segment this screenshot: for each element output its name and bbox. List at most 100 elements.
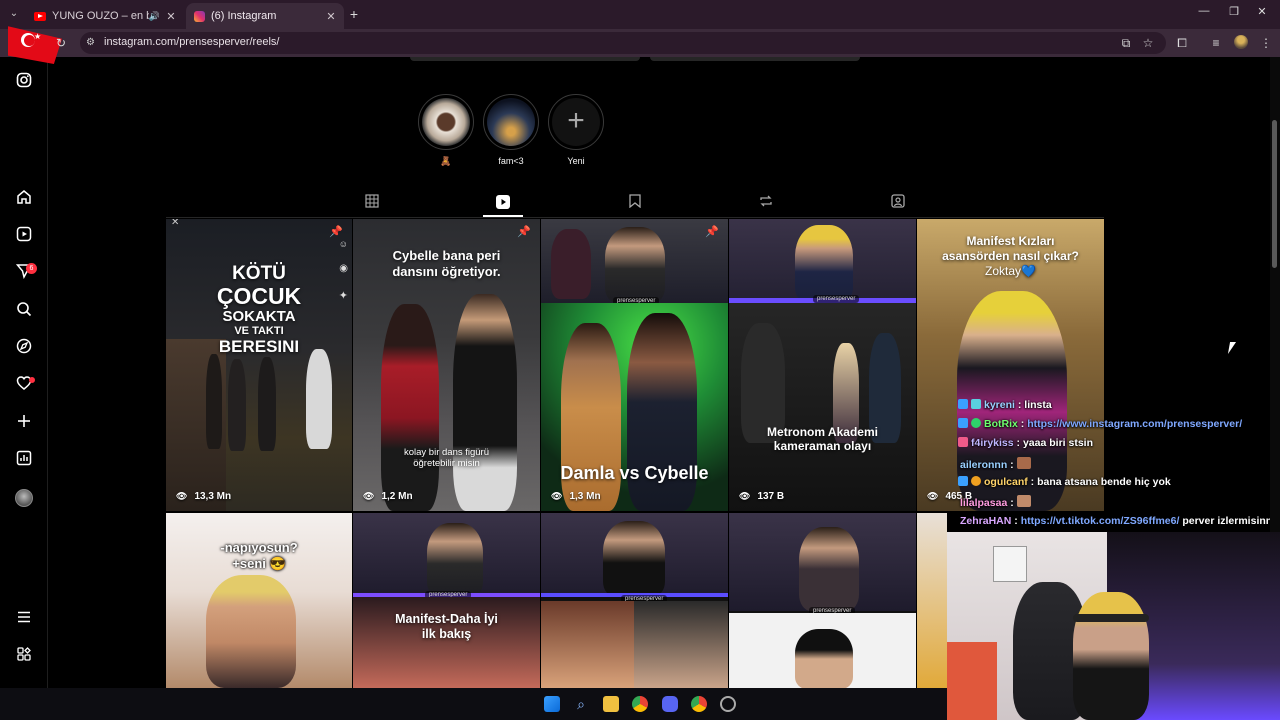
shelf (947, 642, 997, 720)
reels-icon[interactable] (14, 226, 34, 246)
plus-icon: + (552, 98, 600, 146)
speaker-icon[interactable]: 🔊 (149, 11, 160, 22)
reel-overlay-text: Manifest-Daha İyi ilk bakış (395, 612, 498, 641)
restore-icon[interactable]: ❐ (1224, 5, 1244, 21)
tab-instagram[interactable]: (6) Instagram ✕ (186, 3, 344, 29)
streamer-cam (729, 219, 916, 303)
person-silhouette (427, 523, 483, 597)
tab-title: (6) Instagram (211, 10, 277, 22)
profile-avatar[interactable] (15, 489, 33, 507)
chat-message: ogulcanf : bana atsana bende hiç yok (958, 476, 1171, 488)
site-info-icon[interactable]: ⚙ (86, 37, 95, 48)
reel-tile[interactable]: KÖTÜ ÇOCUK SOKAKTA VE TAKTI BERESINI ✕ 📌… (166, 219, 352, 511)
pin-icon: 📌 (329, 226, 343, 238)
person-silhouette (795, 629, 853, 688)
chat-message: lilalpasaa : (960, 495, 1034, 509)
reel-tile[interactable]: prensesperver (729, 513, 916, 688)
streamer-cam (541, 219, 728, 303)
obs-icon[interactable] (720, 696, 736, 712)
reel-tile[interactable] (917, 513, 947, 688)
close-icon[interactable]: ✕ (171, 219, 179, 228)
profile-button-edge[interactable] (410, 57, 640, 61)
tabs-divider (166, 217, 1104, 218)
reel-overlay-text: Damla vs Cybelle (560, 463, 709, 483)
reel-overlay-text: KÖTÜ ÇOCUK SOKAKTA VE TAKTI BERESINI (216, 263, 302, 356)
also-from-meta-icon[interactable] (14, 646, 34, 666)
minimize-icon[interactable]: — (1194, 5, 1214, 21)
create-plus-icon[interactable] (14, 413, 34, 433)
extensions-icon[interactable]: ⧠ (1174, 35, 1190, 51)
badge-icon (958, 418, 968, 428)
instagram-logo-icon[interactable] (14, 72, 34, 92)
tab-tagged-icon[interactable] (890, 194, 906, 212)
person-silhouette (206, 575, 296, 688)
pin-icon: 📌 (705, 226, 719, 238)
chrome-icon[interactable] (632, 696, 648, 712)
reel-tile[interactable]: prensesperver (541, 513, 728, 688)
eye-icon: 👁 (363, 491, 375, 501)
reel-tile[interactable]: -napıyosun? +seni 😎 (166, 513, 352, 688)
reel-scene (729, 613, 916, 688)
tab-saved-icon[interactable] (627, 194, 643, 212)
highlight-new[interactable]: + Yeni (547, 94, 605, 166)
close-window-icon[interactable]: ✕ (1252, 5, 1272, 21)
reel-tile[interactable]: prensesperver Metronom Akademi kameraman… (729, 219, 916, 511)
reel-overlay-text: -napıyosun? +seni 😎 (220, 540, 298, 571)
badge-icon (958, 399, 968, 409)
activity-dot (29, 377, 35, 383)
menu-kebab-icon[interactable]: ⋮ (1258, 35, 1274, 51)
person-silhouette (306, 349, 332, 449)
bookmark-star-icon[interactable]: ☆ (1140, 35, 1156, 51)
reload-icon[interactable]: ↻ (56, 36, 66, 50)
streamer-webcam (947, 532, 1280, 720)
tab-youtube[interactable]: YUNG OUZO – en baba rüz 🔊 ✕ (26, 3, 184, 29)
discord-icon[interactable] (662, 696, 678, 712)
badge-icon (971, 399, 981, 409)
streamer-silhouette (1073, 592, 1149, 720)
chat-message: ZehraHAN : https://vt.tiktok.com/ZS96ffm… (960, 515, 1279, 527)
highlight-teddy[interactable]: 🧸 (417, 94, 475, 167)
chrome-icon[interactable] (691, 696, 707, 712)
pin-icon: 📌 (517, 226, 531, 238)
url-text[interactable]: instagram.com/prensesperver/reels/ (104, 36, 279, 48)
explore-icon[interactable] (14, 338, 34, 358)
reel-tile[interactable]: Cybelle bana peri dansını öğretiyor. kol… (353, 219, 540, 511)
search-icon[interactable] (14, 301, 34, 321)
profile-button-edge[interactable] (650, 57, 860, 61)
media-controls-icon[interactable]: ≡ (1208, 35, 1224, 51)
cast-icon[interactable]: ⧉ (1118, 35, 1134, 51)
highlight-fam[interactable]: fam<3 (482, 94, 540, 166)
crescent-icon (21, 33, 35, 47)
reel-scene (634, 601, 728, 688)
close-tab-icon[interactable]: ✕ (164, 10, 178, 23)
active-tab-indicator (483, 215, 523, 217)
reel-tile[interactable]: prensesperver Manifest-Daha İyi ilk bakı… (353, 513, 540, 688)
search-icon[interactable]: ⌕ (573, 696, 589, 712)
chat-message: aileronnn : (960, 457, 1034, 471)
more-menu-icon[interactable] (14, 609, 34, 629)
tab-search-icon[interactable]: ⌄ (6, 6, 22, 22)
new-tab-button[interactable]: + (346, 6, 362, 22)
scrollbar-thumb[interactable] (1272, 120, 1277, 268)
tab-reels-icon[interactable] (495, 194, 511, 212)
chat-link: https://vt.tiktok.com/ZS96ffme6/ (1020, 515, 1180, 527)
verified-icon (971, 418, 981, 428)
view-count: 👁 1,2 Mn (363, 491, 413, 502)
windows-start-icon[interactable] (544, 696, 560, 712)
tab-posts-grid-icon[interactable] (364, 194, 380, 212)
music-icon: ◉ (339, 263, 348, 274)
reel-tile[interactable]: prensesperver Damla vs Cybelle 📌 👁 1,3 Mn (541, 219, 728, 511)
person-silhouette (605, 227, 665, 303)
home-icon[interactable] (14, 189, 34, 209)
badge-icon (958, 476, 968, 486)
eye-icon: 👁 (927, 491, 939, 501)
tab-reposts-icon[interactable] (758, 194, 774, 212)
dashboard-icon[interactable] (14, 450, 34, 470)
close-tab-icon[interactable]: ✕ (324, 10, 338, 23)
view-count: 👁 13,3 Mn (176, 491, 232, 502)
streamer-cam (541, 513, 728, 597)
eye-icon: 👁 (739, 491, 751, 501)
file-explorer-icon[interactable] (603, 696, 619, 712)
emote-icon (1016, 495, 1031, 507)
profile-avatar[interactable] (1234, 35, 1248, 49)
